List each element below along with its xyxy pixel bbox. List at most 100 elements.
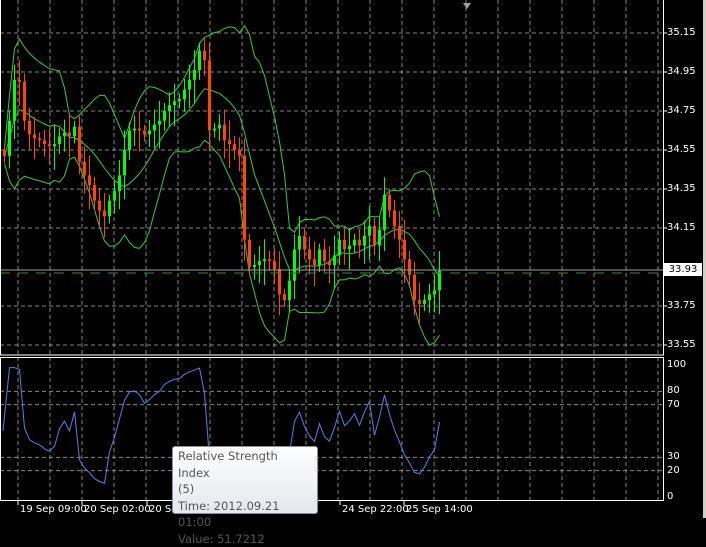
candle-body (168, 105, 171, 111)
price-label: 34.35 (667, 183, 696, 195)
candle-body (183, 90, 186, 100)
tooltip-value: Value: 51.7212 (178, 531, 312, 547)
candle-body (153, 125, 156, 131)
candles (3, 38, 441, 325)
price-label: 33.55 (667, 339, 696, 351)
candle-body (418, 300, 421, 304)
candle-body (373, 226, 376, 246)
price-label: 34.15 (667, 222, 696, 234)
time-label: 25 Sep 14:00 (406, 504, 473, 516)
candle-body (173, 101, 176, 105)
candle-body (178, 99, 181, 101)
rsi-panel-border (1, 358, 664, 501)
candle-body (433, 290, 436, 294)
candle-body (353, 240, 356, 246)
candle-body (33, 134, 36, 138)
candle-body (128, 131, 131, 151)
candle-body (208, 60, 211, 130)
candle-body (423, 300, 426, 304)
candle-body (398, 226, 401, 240)
price-label: 34.75 (667, 105, 696, 117)
candle-body (13, 80, 16, 121)
candle-body (78, 127, 81, 162)
candle-body (188, 80, 191, 90)
candle-body (18, 80, 21, 82)
candle-body (68, 132, 71, 136)
candle-body (48, 144, 51, 146)
rsi-level-label: 30 (667, 451, 680, 463)
candle-body (23, 82, 26, 121)
candle-body (108, 201, 111, 217)
time-label: 19 Sep 09:00 (20, 504, 87, 516)
candle-body (368, 226, 371, 236)
time-label: 20 Sep 02:00 (84, 504, 151, 516)
candle-body (428, 294, 431, 300)
candle-body (343, 240, 346, 250)
candle-body (223, 125, 226, 141)
candle-body (363, 236, 366, 246)
price-label: 33.75 (667, 300, 696, 312)
candle-body (248, 240, 251, 267)
candle-body (268, 259, 271, 261)
bollinger-bands (5, 26, 440, 346)
price-label: 35.15 (667, 27, 696, 39)
price-label: 34.95 (667, 66, 696, 78)
candle-body (323, 249, 326, 261)
candle-body (73, 127, 76, 137)
candle-body (63, 132, 66, 136)
candle-body (88, 175, 91, 185)
candle-body (308, 249, 311, 259)
candle-body (358, 240, 361, 246)
rsi-level-label: 80 (667, 385, 680, 397)
candle-body (8, 121, 11, 156)
candle-body (138, 129, 141, 131)
candle-body (413, 275, 416, 300)
candle-body (403, 240, 406, 260)
candle-body (438, 271, 441, 291)
candle-body (318, 249, 321, 265)
candle-body (43, 140, 46, 144)
candle-body (203, 51, 206, 61)
chart-shift-marker-icon[interactable] (463, 3, 471, 9)
candle-body (243, 156, 246, 240)
candle-body (273, 261, 276, 269)
candle-body (233, 144, 236, 150)
price-label: 34.55 (667, 144, 696, 156)
candle-body (303, 236, 306, 250)
rsi-level-label: 100 (667, 359, 686, 371)
candle-body (198, 51, 201, 71)
candle-body (133, 129, 136, 131)
candle-body (293, 249, 296, 280)
candle-body (163, 111, 166, 121)
candle-body (383, 195, 386, 230)
candle-body (193, 70, 196, 80)
candle-body (328, 261, 331, 265)
candle-body (3, 150, 6, 156)
candle-body (113, 191, 116, 201)
indicator-tooltip: Relative Strength Index (5) Time: 2012.0… (172, 446, 318, 514)
candle-body (38, 138, 41, 140)
candle-body (158, 121, 161, 125)
main-panel-border (1, 0, 664, 355)
candle-body (98, 201, 101, 211)
current-price-label: 33.93 (664, 263, 702, 276)
rsi-level-label: 0 (667, 491, 673, 503)
candle-body (28, 121, 31, 135)
candle-body (348, 246, 351, 250)
chart-canvas[interactable] (0, 0, 703, 518)
time-label: 24 Sep 22:00 (342, 504, 409, 516)
candle-body (213, 129, 216, 131)
candle-body (118, 175, 121, 191)
candle-body (288, 281, 291, 301)
candle-body (253, 265, 256, 267)
candle-body (58, 136, 61, 144)
candle-body (408, 259, 411, 275)
candle-body (123, 150, 126, 175)
rsi-level-label: 20 (667, 465, 680, 477)
candle-body (388, 195, 391, 211)
candle-body (258, 261, 261, 265)
candle-body (263, 259, 266, 261)
candle-body (103, 210, 106, 216)
candle-body (333, 255, 336, 265)
candle-body (393, 210, 396, 226)
